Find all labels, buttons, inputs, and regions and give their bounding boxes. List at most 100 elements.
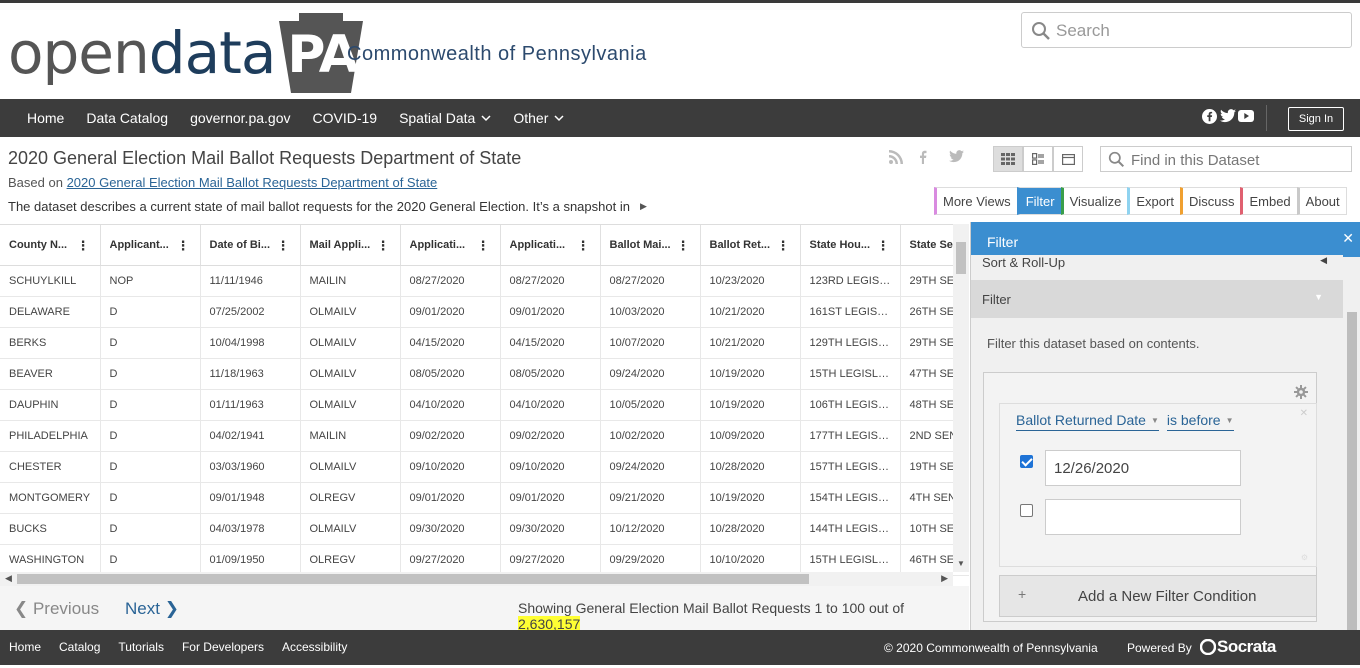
filter-value-input[interactable]: 12/26/2020 [1045,450,1241,486]
table-row[interactable]: DELAWARE D 07/25/2002 OLMAILV 09/01/2020 09/0… [0,296,969,328]
footer-link-tutorials[interactable]: Tutorials [118,640,164,654]
value1-checkbox[interactable] [1020,455,1033,468]
dataset-description: The dataset describes a current state of… [8,199,647,214]
table-cell: 11/18/1963 [200,358,301,390]
column-header[interactable]: County N... ⋮ [0,225,101,266]
table-row[interactable]: CHESTER D 03/03/1960 OLMAILV 09/10/2020 09/10… [0,451,969,483]
site-subtitle: Commonwealth of Pennsylvania [347,43,647,65]
filter-panel-scrollbar[interactable] [1345,262,1359,630]
remove-condition-icon[interactable]: ✕ [1300,408,1308,419]
column-header[interactable]: Applicati... ⋮ [400,225,501,266]
table-cell: 154TH LEGISL... [800,482,901,514]
table-row[interactable]: BUCKS D 04/03/1978 OLMAILV 09/30/2020 09/30/2… [0,513,969,545]
next-page-button[interactable]: Next ❯ [125,599,179,619]
nav-item-other[interactable]: Other [502,110,575,126]
previous-page-button[interactable]: ❮ Previous [14,599,99,619]
tab-visualize[interactable]: Visualize [1060,187,1128,215]
twitter-icon[interactable] [1220,109,1236,124]
horizontal-scroll-thumb[interactable] [17,574,809,584]
scroll-left-icon[interactable]: ◀ [5,573,12,584]
column-header[interactable]: Applicati... ⋮ [500,225,601,266]
column-header[interactable]: Ballot Mai... ⋮ [600,225,701,266]
column-menu-icon[interactable]: ⋮ [77,238,90,254]
nav-item-spatial-data[interactable]: Spatial Data [388,110,502,126]
column-menu-icon[interactable]: ⋮ [377,238,390,254]
table-cell: 08/27/2020 [500,265,601,297]
tab-export[interactable]: Export [1127,187,1180,215]
table-row[interactable]: WASHINGTON D 01/09/1950 OLREGV 09/27/2020 09/… [0,544,969,576]
youtube-icon[interactable] [1238,109,1254,124]
table-cell: 10/10/2020 [700,544,801,576]
nav-item-governor-pa-gov[interactable]: governor.pa.gov [179,110,301,126]
filter-section-header[interactable]: Filter ▼ [971,280,1343,318]
nav-item-data-catalog[interactable]: Data Catalog [75,110,179,126]
value2-checkbox[interactable] [1020,504,1033,517]
rss-icon[interactable] [889,150,905,166]
facebook-share-icon[interactable] [919,150,935,166]
filter-operator-dropdown[interactable]: is before ▼ [1166,412,1234,431]
column-header[interactable]: State Hou... ⋮ [800,225,901,266]
scroll-down-icon[interactable]: ▼ [957,559,965,568]
sort-rollup-section[interactable]: Sort & Roll-Up ◀ [971,255,1343,277]
gear-icon[interactable] [1294,385,1308,399]
filter-column-dropdown[interactable]: Ballot Returned Date ▼ [1016,412,1159,431]
table-row[interactable]: BERKS D 10/04/1998 OLMAILV 04/15/2020 04/15/2… [0,327,969,359]
grid-horizontal-scrollbar[interactable]: ◀ ▶ [0,572,953,586]
grid-vertical-scrollbar[interactable]: ▼ [953,224,969,572]
table-cell: 10/28/2020 [700,513,801,545]
footer-link-home[interactable]: Home [9,640,41,654]
site-footer: Home Catalog Tutorials For Developers Access… [0,630,1360,665]
table-cell: 07/25/2002 [200,296,301,328]
scroll-right-icon[interactable]: ▶ [941,573,948,584]
column-menu-icon[interactable]: ⋮ [277,238,290,254]
panel-scroll-thumb[interactable] [1347,312,1357,630]
footer-link-for-developers[interactable]: For Developers [182,640,264,654]
table-row[interactable]: BEAVER D 11/18/1963 OLMAILV 08/05/2020 08/05/… [0,358,969,390]
tab-filter[interactable]: Filter [1016,187,1061,215]
nav-item-covid-19[interactable]: COVID-19 [301,110,388,126]
tab-about[interactable]: About [1296,187,1347,215]
twitter-share-icon[interactable] [949,150,965,166]
facebook-icon[interactable] [1202,109,1217,124]
find-in-dataset[interactable] [1100,146,1352,172]
column-menu-icon[interactable]: ⋮ [777,238,790,254]
column-menu-icon[interactable]: ⋮ [677,238,690,254]
sign-in-button[interactable]: Sign In [1288,107,1344,131]
socrata-logo[interactable]: Socrata [1199,637,1276,657]
find-in-dataset-input[interactable] [1131,150,1341,170]
site-search[interactable] [1021,12,1352,48]
site-search-input[interactable] [1056,19,1336,43]
tab-more-views[interactable]: More Views [934,187,1017,215]
column-menu-icon[interactable]: ⋮ [177,238,190,254]
add-filter-condition-button[interactable]: + Add a New Filter Condition [999,575,1317,617]
column-header[interactable]: Date of Bi... ⋮ [200,225,301,266]
footer-link-catalog[interactable]: Catalog [59,640,100,654]
grid-view-icon[interactable] [993,146,1023,172]
table-cell: 04/15/2020 [500,327,601,359]
nav-item-home[interactable]: Home [16,110,75,126]
parent-dataset-link[interactable]: 2020 General Election Mail Ballot Reques… [67,175,438,190]
filter-value2-input[interactable] [1045,499,1241,535]
footer-link-accessibility[interactable]: Accessibility [282,640,347,654]
table-cell: 04/15/2020 [400,327,501,359]
column-header[interactable]: Ballot Ret... ⋮ [700,225,801,266]
column-menu-icon[interactable]: ⋮ [477,238,490,254]
column-menu-icon[interactable]: ⋮ [877,238,890,254]
column-header[interactable]: Applicant... ⋮ [100,225,201,266]
table-row[interactable]: PHILADELPHIA D 04/02/1941 MAILIN 09/02/2020 0… [0,420,969,452]
table-row[interactable]: SCHUYLKILL NOP 11/11/1946 MAILIN 08/27/2020 0… [0,265,969,297]
page-view-icon[interactable] [1053,146,1083,172]
column-menu-icon[interactable]: ⋮ [577,238,590,254]
expand-description-icon[interactable]: ▶ [640,201,647,212]
close-icon[interactable]: ✕ [1342,230,1354,247]
table-row[interactable]: DAUPHIN D 01/11/1963 OLMAILV 04/10/2020 04/10… [0,389,969,421]
list-view-icon[interactable] [1023,146,1053,172]
tab-discuss[interactable]: Discuss [1179,187,1241,215]
table-cell: BERKS [0,327,101,359]
tab-embed[interactable]: Embed [1240,187,1297,215]
table-row[interactable]: MONTGOMERY D 09/01/1948 OLREGV 09/01/2020 09/… [0,482,969,514]
vertical-scroll-thumb[interactable] [956,242,966,274]
opendatapa-logo[interactable]: opendata PA [8,13,365,93]
condition-gear-icon[interactable]: ⚙ [1301,553,1308,562]
column-header[interactable]: Mail Appli... ⋮ [300,225,401,266]
